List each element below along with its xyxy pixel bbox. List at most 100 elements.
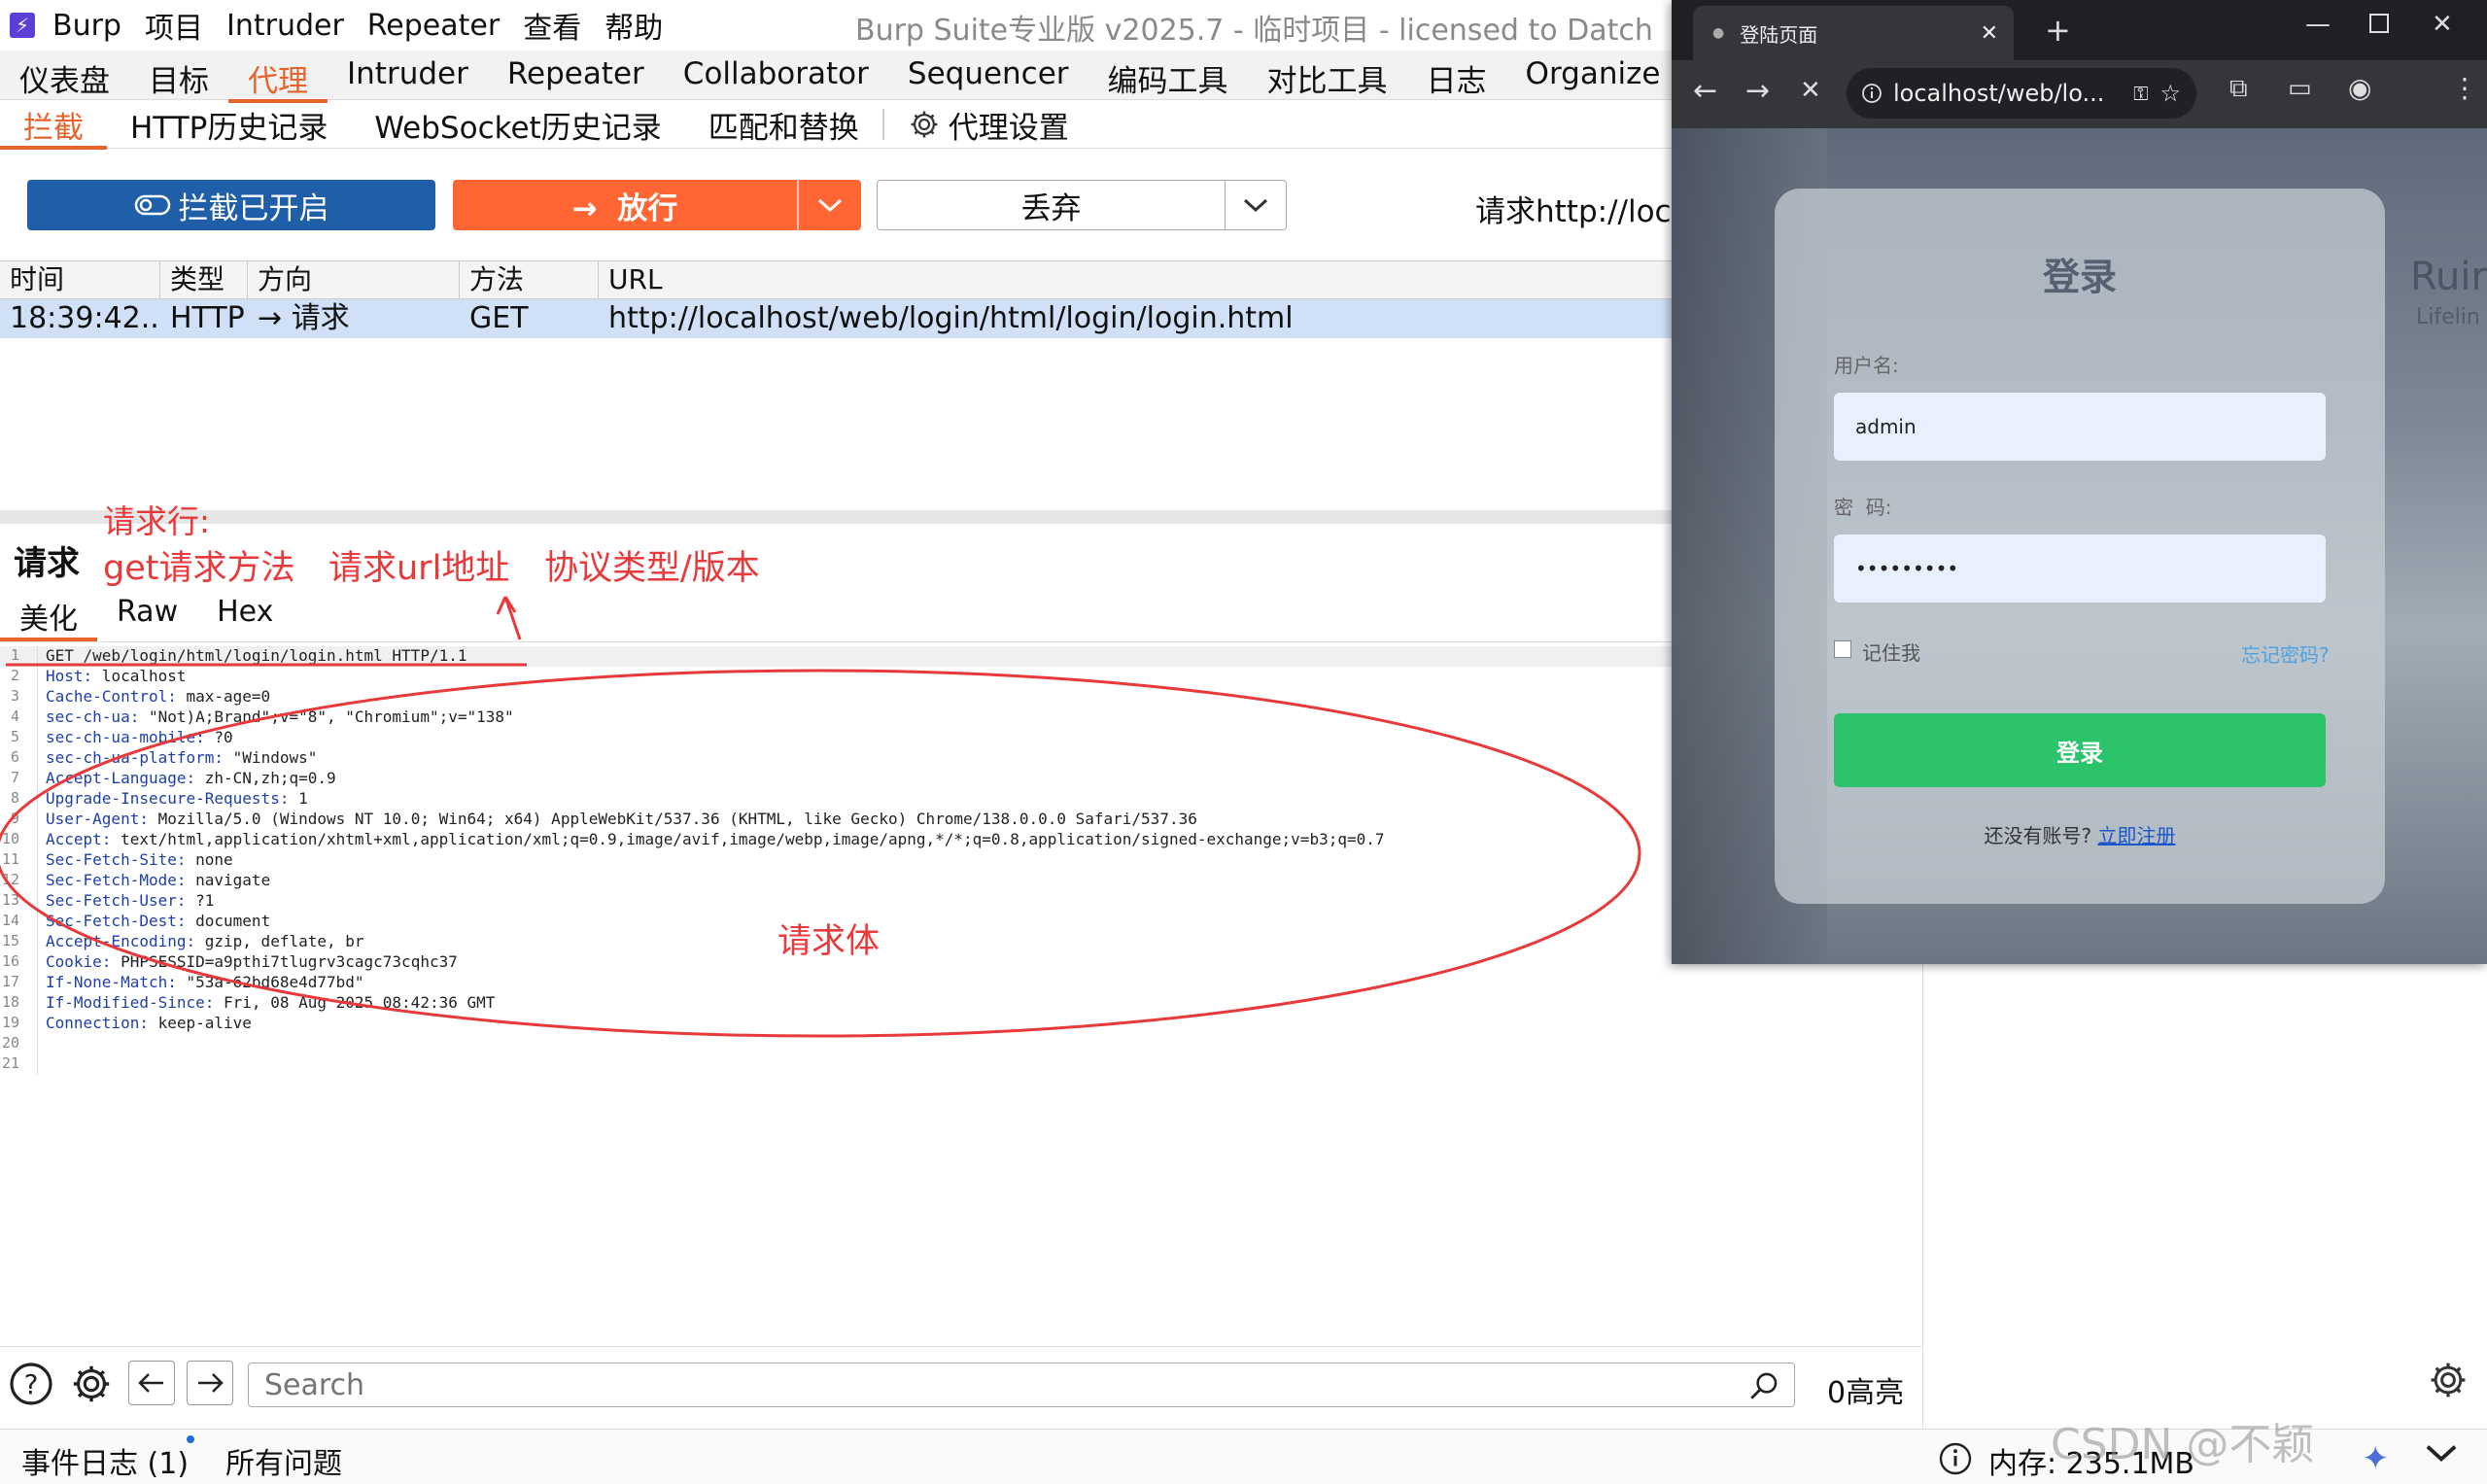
menu-burp[interactable]: Burp	[52, 9, 121, 43]
tab-sequencer[interactable]: Sequencer	[888, 51, 1088, 99]
help-icon: ?	[10, 1363, 52, 1405]
browser-toolbar: ← → ✕ localhost/web/lo... ⚿ ☆ ⧉ ▭ ◉ ⋮	[1672, 60, 2487, 128]
tab-proxy[interactable]: 代理	[228, 51, 328, 103]
forgot-password-link[interactable]: 忘记密码?	[2241, 639, 2330, 668]
close-icon[interactable]: ✕	[1981, 21, 1998, 46]
subtab-http-history[interactable]: HTTP历史记录	[107, 99, 351, 146]
col-url[interactable]: URL	[599, 261, 1672, 298]
proxy-subtabs: 拦截 HTTP历史记录 WebSocket历史记录 匹配和替换 代理设置	[0, 99, 1672, 150]
drop-button[interactable]: 丢弃	[877, 180, 1287, 230]
star-icon[interactable]: ☆	[2159, 80, 2181, 107]
sidebar-icon[interactable]: ▭	[2288, 74, 2312, 103]
tab-logger[interactable]: 日志	[1407, 51, 1506, 99]
chevron-down-icon[interactable]	[2424, 1435, 2459, 1470]
profile-icon[interactable]: ◉	[2348, 72, 2371, 104]
forward-options-button[interactable]	[797, 180, 861, 230]
pane-splitter[interactable]	[0, 510, 1672, 524]
subtab-intercept[interactable]: 拦截	[0, 99, 107, 150]
browser-tab-title: 登陆页面	[1740, 22, 1818, 47]
burp-logo-icon: ⚡	[10, 13, 35, 38]
search-field[interactable]	[248, 1363, 1795, 1407]
menu-intruder[interactable]: Intruder	[226, 9, 344, 43]
drop-label[interactable]: 丢弃	[878, 184, 1225, 227]
info-icon	[1938, 1441, 1973, 1476]
tab-comparer[interactable]: 对比工具	[1248, 51, 1407, 99]
remember-checkbox[interactable]	[1834, 640, 1851, 658]
intercept-toolbar: 拦截已开启 → 放行 丢弃 请求http://localhost	[0, 148, 1672, 259]
tab-organizer[interactable]: Organize	[1506, 51, 1680, 99]
menu-help[interactable]: 帮助	[604, 4, 663, 47]
all-issues-link[interactable]: 所有问题	[225, 1439, 342, 1482]
col-time[interactable]: 时间	[0, 261, 160, 298]
col-type[interactable]: 类型	[160, 261, 248, 298]
window-title: Burp Suite专业版 v2025.7 - 临时项目 - licensed …	[855, 14, 1653, 48]
main-tabs: 仪表盘 目标 代理 Intruder Repeater Collaborator…	[0, 51, 1672, 103]
tab-repeater[interactable]: Repeater	[488, 51, 664, 99]
cell-time: 18:39:42...	[10, 301, 160, 335]
subtab-match-replace[interactable]: 匹配和替换	[685, 99, 882, 146]
subtab-websocket-history[interactable]: WebSocket历史记录	[351, 99, 684, 146]
back-button[interactable]: ←	[1693, 74, 1717, 108]
new-tab-button[interactable]: +	[2045, 12, 2071, 49]
search-settings-button[interactable]	[68, 1361, 115, 1407]
forward-nav-button[interactable]: →	[1745, 74, 1770, 108]
menu-view[interactable]: 查看	[523, 4, 581, 47]
stop-button[interactable]: ✕	[1800, 76, 1821, 105]
tab-collaborator[interactable]: Collaborator	[664, 51, 888, 99]
menu-project[interactable]: 项目	[145, 4, 203, 47]
register-link[interactable]: 立即注册	[2097, 824, 2175, 847]
extensions-icon[interactable]: ⧉	[2229, 74, 2248, 104]
col-method[interactable]: 方法	[460, 261, 599, 298]
next-match-button[interactable]	[187, 1361, 233, 1405]
search-input[interactable]	[262, 1366, 1724, 1403]
tab-dashboard[interactable]: 仪表盘	[0, 51, 129, 99]
inspector-pane	[1922, 952, 2487, 1429]
arrow-right-icon: →	[258, 301, 292, 335]
title-bar: ⚡ Burp 项目 Intruder Repeater 查看 帮助 Burp S…	[0, 0, 1672, 51]
password-field[interactable]: •••••••••	[1834, 535, 2326, 603]
sparkle-icon[interactable]: ✦	[2362, 1439, 2390, 1478]
annotation-ellipse	[0, 669, 1641, 1038]
settings-button[interactable]	[2427, 1359, 2470, 1401]
background-text: Lifelin	[2416, 305, 2480, 329]
col-direction[interactable]: 方向	[248, 261, 460, 298]
notification-dot	[187, 1435, 194, 1443]
gutter	[25, 1054, 38, 1075]
intercept-label: 拦截已开启	[178, 190, 329, 226]
browser-tab-strip: ● 登陆页面 ✕ + — ✕	[1672, 0, 2487, 60]
login-title: 登录	[2042, 256, 2117, 298]
toggle-icon	[134, 193, 171, 217]
more-menu-icon[interactable]: ⋮	[2451, 72, 2478, 104]
table-row[interactable]: 18:39:42... HTTP → 请求 GET http://localho…	[0, 299, 1672, 338]
drop-options-button[interactable]	[1225, 181, 1286, 229]
highlight-count: 0高亮	[1827, 1376, 1905, 1410]
proxy-settings-label: 代理设置	[948, 110, 1069, 146]
request-panel-title: 请求	[14, 544, 80, 583]
browser-tab[interactable]: ● 登陆页面 ✕	[1693, 6, 2014, 60]
tab-target[interactable]: 目标	[129, 51, 228, 99]
direction-text: 请求	[291, 301, 350, 335]
tab-decoder[interactable]: 编码工具	[1088, 51, 1248, 99]
close-window-button[interactable]: ✕	[2432, 10, 2453, 39]
search-bar: ? 0高亮	[0, 1346, 1922, 1415]
help-button[interactable]: ?	[8, 1361, 54, 1407]
minimize-button[interactable]: —	[2305, 10, 2331, 39]
site-info-icon[interactable]	[1860, 82, 1883, 105]
forward-button[interactable]: → 放行	[453, 180, 861, 230]
arrow-right-icon	[198, 1373, 224, 1393]
gear-icon	[73, 1365, 110, 1402]
tab-intruder[interactable]: Intruder	[328, 51, 488, 99]
address-bar[interactable]: localhost/web/lo... ⚿ ☆	[1847, 68, 2196, 119]
username-field[interactable]: admin	[1834, 393, 2326, 461]
forward-main[interactable]: → 放行	[453, 184, 797, 227]
intercept-toggle-button[interactable]: 拦截已开启	[27, 180, 435, 230]
event-log-link[interactable]: 事件日志 (1)	[21, 1439, 189, 1482]
login-button[interactable]: 登录	[1834, 713, 2326, 787]
editor-line[interactable]: 21	[0, 1054, 1922, 1075]
previous-match-button[interactable]	[128, 1361, 175, 1405]
maximize-button[interactable]	[2369, 14, 2389, 33]
subtab-proxy-settings[interactable]: 代理设置	[884, 99, 1092, 146]
key-icon[interactable]: ⚿	[2133, 82, 2148, 105]
menu-repeater[interactable]: Repeater	[367, 9, 500, 43]
chevron-down-icon	[1243, 198, 1268, 213]
